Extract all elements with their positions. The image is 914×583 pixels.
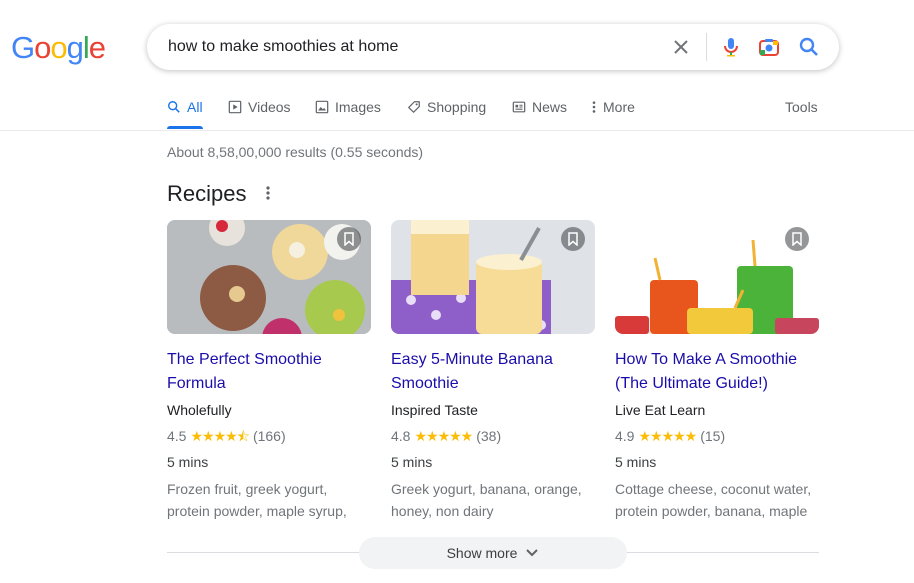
review-count: (38) bbox=[476, 428, 502, 444]
bookmark-icon bbox=[344, 232, 354, 246]
recipe-time: 5 mins bbox=[615, 454, 657, 470]
tab-label: News bbox=[532, 99, 568, 115]
review-count: (166) bbox=[252, 428, 286, 444]
recipe-ingredients: Cottage cheese, coconut water, protein p… bbox=[615, 478, 819, 522]
logo-letter: o bbox=[34, 30, 51, 65]
tab-news[interactable]: News bbox=[512, 99, 567, 115]
star-rating-icon: ★★★★★ bbox=[414, 428, 473, 444]
header-divider bbox=[0, 130, 914, 131]
recipe-time: 5 mins bbox=[391, 454, 433, 470]
recipe-rating: 4.9 ★★★★★ (15) bbox=[615, 426, 819, 446]
tab-label: All bbox=[187, 99, 203, 115]
recipe-thumbnail[interactable] bbox=[615, 220, 819, 334]
show-more-label: Show more bbox=[446, 545, 518, 561]
search-icon bbox=[168, 101, 180, 113]
recipe-source: Wholefully bbox=[167, 402, 232, 418]
recipe-title-line2: Formula bbox=[167, 375, 226, 392]
recipe-card[interactable]: Easy 5-Minute Banana Smoothie Inspired T… bbox=[391, 220, 595, 522]
news-icon bbox=[512, 101, 526, 113]
tools-button[interactable]: Tools bbox=[785, 99, 818, 115]
recipe-thumbnail[interactable] bbox=[167, 220, 371, 334]
recipe-title-line1: Easy 5-Minute Banana bbox=[391, 351, 553, 368]
show-more-button[interactable]: Show more bbox=[359, 537, 627, 569]
recipe-title-line2: (The Ultimate Guide!) bbox=[615, 375, 768, 392]
video-icon bbox=[228, 100, 242, 114]
logo-letter: G bbox=[11, 30, 35, 65]
recipe-title-line2: Smoothie bbox=[391, 375, 459, 392]
recipe-ingredients: Greek yogurt, banana, orange, honey, non… bbox=[391, 478, 595, 522]
ingredients-line1: Frozen fruit, greek yogurt, bbox=[167, 481, 328, 497]
recipe-ingredients: Frozen fruit, greek yogurt, protein powd… bbox=[167, 478, 371, 522]
save-recipe-button[interactable] bbox=[337, 227, 361, 251]
search-icon[interactable] bbox=[797, 35, 821, 59]
more-options-icon[interactable] bbox=[262, 184, 274, 202]
camera-lens-icon[interactable] bbox=[757, 35, 781, 59]
active-tab-indicator bbox=[167, 126, 203, 129]
search-box[interactable]: how to make smoothies at home bbox=[147, 24, 839, 70]
search-tabs: All Videos Images Shopping News More Too… bbox=[167, 99, 914, 131]
rating-value: 4.5 bbox=[167, 428, 187, 444]
section-title: Recipes bbox=[167, 181, 247, 206]
star-rating-icon: ★★★★★ bbox=[638, 428, 697, 444]
tools-label: Tools bbox=[785, 99, 818, 115]
recipe-title-link[interactable]: Easy 5-Minute Banana Smoothie bbox=[391, 348, 595, 396]
tab-label: More bbox=[603, 99, 635, 115]
tab-shopping[interactable]: Shopping bbox=[407, 99, 486, 115]
bookmark-icon bbox=[568, 232, 578, 246]
recipe-rating: 4.5 ★★★★⯪ (166) bbox=[167, 426, 371, 446]
clear-icon[interactable] bbox=[669, 35, 693, 59]
tab-label: Videos bbox=[248, 99, 291, 115]
logo-letter: o bbox=[50, 30, 67, 65]
recipe-card[interactable]: How To Make A Smoothie (The Ultimate Gui… bbox=[615, 220, 819, 522]
microphone-icon[interactable] bbox=[719, 35, 743, 59]
recipe-source: Inspired Taste bbox=[391, 402, 478, 418]
recipe-source: Live Eat Learn bbox=[615, 402, 706, 418]
logo-letter: g bbox=[66, 30, 84, 65]
tab-label: Images bbox=[335, 99, 381, 115]
recipe-title-link[interactable]: The Perfect Smoothie Formula bbox=[167, 348, 371, 396]
tag-icon bbox=[408, 101, 420, 113]
bookmark-icon bbox=[792, 232, 802, 246]
tab-images[interactable]: Images bbox=[315, 99, 381, 115]
recipe-title-line1: How To Make A Smoothie bbox=[615, 351, 798, 368]
ingredients-line2: protein powder, maple syrup, bbox=[167, 503, 347, 519]
chevron-down-icon bbox=[526, 549, 539, 557]
tab-label: Shopping bbox=[427, 99, 487, 115]
image-icon bbox=[315, 100, 329, 114]
search-input[interactable]: how to make smoothies at home bbox=[168, 38, 398, 56]
recipe-title-line1: The Perfect Smoothie bbox=[167, 351, 322, 368]
ingredients-line2: protein powder, banana, maple bbox=[615, 503, 808, 519]
tab-all[interactable]: All bbox=[167, 99, 203, 115]
tab-videos[interactable]: Videos bbox=[228, 99, 291, 115]
star-rating-icon: ★★★★⯪ bbox=[190, 428, 249, 444]
search-divider bbox=[706, 33, 707, 61]
recipe-title-link[interactable]: How To Make A Smoothie (The Ultimate Gui… bbox=[615, 348, 819, 396]
save-recipe-button[interactable] bbox=[785, 227, 809, 251]
tab-more[interactable]: More bbox=[591, 99, 635, 115]
google-logo[interactable]: Google bbox=[11, 30, 106, 66]
save-recipe-button[interactable] bbox=[561, 227, 585, 251]
ingredients-line1: Greek yogurt, banana, orange, bbox=[391, 481, 582, 497]
logo-letter: e bbox=[88, 30, 106, 65]
result-stats: About 8,58,00,000 results (0.55 seconds) bbox=[167, 144, 424, 160]
recipe-thumbnail[interactable] bbox=[391, 220, 595, 334]
recipe-rating: 4.8 ★★★★★ (38) bbox=[391, 426, 595, 446]
more-vert-icon bbox=[592, 101, 596, 113]
rating-value: 4.9 bbox=[615, 428, 635, 444]
review-count: (15) bbox=[700, 428, 726, 444]
ingredients-line1: Cottage cheese, coconut water, bbox=[615, 481, 812, 497]
recipe-time: 5 mins bbox=[167, 454, 209, 470]
recipe-card[interactable]: The Perfect Smoothie Formula Wholefully … bbox=[167, 220, 371, 522]
rating-value: 4.8 bbox=[391, 428, 411, 444]
ingredients-line2: honey, non dairy bbox=[391, 503, 494, 519]
